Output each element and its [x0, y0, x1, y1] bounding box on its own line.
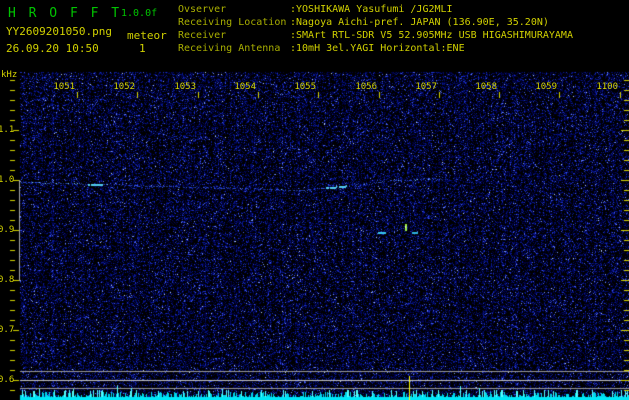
x-tick-label: 1052 [113, 82, 135, 92]
x-tick-label: 1056 [355, 82, 377, 92]
info-value: :Nagoya Aichi-pref. JAPAN (136.90E, 35.2… [290, 17, 549, 28]
y-tick-label: 0.8 [0, 275, 15, 285]
info-label: Ovserver [178, 4, 227, 15]
y-tick-label: 0.7 [0, 325, 15, 335]
info-row: Receiver :SMArt RTL-SDR V5 52.905MHz USB … [178, 29, 573, 42]
station-info: Ovserver:YOSHIKAWA Yasufumi /JG2MLI Recei… [178, 3, 573, 55]
x-tick-label: 1059 [535, 82, 557, 92]
info-row: Ovserver :YOSHIKAWA Yasufumi /JG2MLI [178, 3, 573, 16]
app-version: 1.0.0f [121, 8, 158, 19]
y-tick-label: 0.9 [0, 225, 15, 235]
x-tick-label: 1053 [174, 82, 196, 92]
y-axis-unit: kHz [1, 70, 18, 80]
x-tick-label: 1054 [234, 82, 256, 92]
mode-label: meteor [127, 29, 167, 42]
hrofft-window: H R O F F T 1.0.0f YY2609201050.png mete… [0, 0, 629, 400]
y-tick-label: 1.1 [0, 125, 15, 135]
info-value: :YOSHIKAWA Yasufumi /JG2MLI [290, 4, 453, 15]
x-tick-label: 1051 [53, 82, 75, 92]
info-row: Receiving Location:Nagoya Aichi-pref. JA… [178, 16, 573, 29]
info-row: Receiving Antenna :10mH 3el.YAGI Horizont… [178, 42, 573, 55]
app-title: H R O F F T [8, 6, 122, 21]
info-label: Receiving Antenna [178, 43, 281, 54]
timestamp: 26.09.20 10:50 [6, 42, 99, 55]
x-tick-label: 1055 [294, 82, 316, 92]
y-tick-label: 1.0 [0, 175, 15, 185]
info-value: :10mH 3el.YAGI Horizontal:ENE [290, 43, 465, 54]
info-label: Receiver [178, 30, 227, 41]
x-tick-label: 1058 [475, 82, 497, 92]
output-filename: YY2609201050.png [6, 25, 112, 38]
spectrogram-canvas [0, 0, 629, 400]
y-tick-label: 0.6 [0, 375, 15, 385]
meteor-count: 1 [139, 42, 146, 55]
x-tick-label: 1057 [415, 82, 437, 92]
info-label: Receiving Location [178, 17, 287, 28]
x-tick-label: 1100 [596, 82, 618, 92]
info-value: :SMArt RTL-SDR V5 52.905MHz USB HIGASHIM… [290, 30, 573, 41]
